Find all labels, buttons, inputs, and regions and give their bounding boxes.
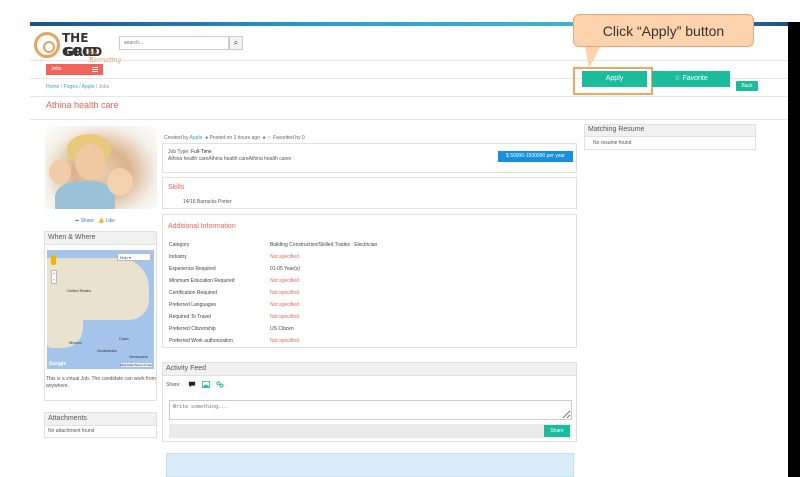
brand-logo[interactable]: THE GOOD GRID for Recruiting	[34, 30, 121, 64]
map-brand: Google	[49, 361, 67, 367]
map-type-select[interactable]: Map ▾	[117, 253, 151, 261]
matching-resume-empty: No resume found	[593, 140, 632, 146]
map-terms[interactable]: Map Data Terms of Use	[120, 363, 152, 367]
map-label: Guatemala	[97, 348, 117, 353]
attachments-empty: No attachment found	[48, 428, 95, 434]
image-icon[interactable]	[202, 381, 210, 388]
breadcrumb-pages[interactable]: Pages	[64, 84, 78, 90]
like-link[interactable]: 👍 Like	[98, 218, 115, 224]
jobs-nav-label: Jobs	[51, 66, 62, 72]
map-zoom-control[interactable]: + −	[51, 270, 57, 284]
search-icon: ⌕	[233, 38, 239, 47]
feed-share-label: Share:	[166, 382, 181, 388]
feed-post-toolbar	[169, 424, 572, 438]
skills-title: Skills	[168, 184, 185, 191]
job-type-line: Job Type: Full-Time	[168, 149, 212, 155]
share-link[interactable]: ➦ Share	[75, 218, 94, 224]
job-meta: Created by Apple ● Posted on 3 hours ago…	[164, 135, 305, 141]
back-button[interactable]: Back	[736, 81, 758, 91]
when-where-title: When & Where	[45, 232, 156, 245]
posted-time: Posted on 3 hours ago	[209, 135, 260, 141]
feed-post-input[interactable]	[169, 400, 572, 420]
page-title: Athina health care	[46, 100, 119, 110]
search-input[interactable]	[119, 36, 229, 50]
additional-info-panel: Additional Information Category Building …	[162, 214, 577, 348]
header-divider	[30, 60, 788, 61]
link-icon[interactable]	[216, 381, 224, 388]
job-description: Athina health careAthina health careAthi…	[168, 156, 292, 162]
gear-logo-icon	[34, 32, 60, 58]
salary-badge: $ 50000-1500000 per year	[498, 151, 573, 162]
right-frame-bar	[788, 22, 800, 477]
callout-pointer	[585, 46, 601, 68]
matching-resume-panel: Matching Resume No resume found	[584, 124, 756, 150]
skills-panel: Skills 14/16 Barracks Porter	[162, 177, 577, 209]
favorite-button[interactable]: ☆ Favorite	[652, 71, 730, 87]
apply-highlight-box	[573, 67, 653, 95]
matching-resume-title: Matching Resume	[585, 125, 755, 137]
comment-icon[interactable]	[188, 381, 196, 388]
share-like-bar: ➦ Share 👍 Like	[75, 218, 115, 224]
feed-notice-box	[166, 453, 574, 477]
search-button[interactable]: ⌕	[229, 36, 243, 50]
instruction-callout: Click “Apply” button	[573, 14, 754, 47]
activity-feed-title: Activity Feed	[163, 363, 576, 376]
breadcrumb-jobs: Jobs	[98, 84, 110, 90]
map-label: Venezuela	[129, 354, 148, 359]
star-icon: ☆	[674, 75, 681, 82]
breadcrumb: Home / Pages / Apple / Jobs	[46, 84, 110, 90]
location-map[interactable]: + − Map ▾ United States Mexico Cuba Guate…	[47, 250, 154, 369]
favorited-count: Favorited by 0	[272, 135, 305, 141]
job-type-panel: Job Type: Full-Time Athina health careAt…	[162, 143, 577, 173]
attachments-title: Attachments	[45, 413, 156, 426]
breadcrumb-home[interactable]: Home	[46, 84, 59, 90]
menu-icon	[92, 67, 98, 72]
street-view-pegman-icon[interactable]	[51, 255, 56, 265]
title-divider	[30, 96, 788, 97]
creator-link[interactable]: Apple	[190, 135, 203, 141]
map-label: Mexico	[69, 340, 82, 345]
activity-feed-panel: Activity Feed Share: Share	[162, 362, 577, 442]
additional-info-title: Additional Information	[168, 223, 236, 230]
map-label: Cuba	[119, 336, 129, 341]
map-label: United States	[67, 288, 92, 293]
breadcrumb-apple[interactable]: Apple	[82, 84, 95, 90]
jobs-nav-button[interactable]: Jobs	[46, 64, 103, 75]
content-area: THE GOOD GRID for Recruiting ⌕ Jobs Home…	[30, 26, 788, 477]
brand-tagline: for Recruiting	[89, 50, 121, 64]
attachments-panel: Attachments No attachment found	[44, 412, 157, 438]
page: THE GOOD GRID for Recruiting ⌕ Jobs Home…	[0, 0, 800, 477]
job-photo	[45, 126, 157, 209]
feed-share-button[interactable]: Share	[544, 425, 570, 437]
actions-divider	[30, 119, 788, 120]
virtual-job-text: This is a virtual Job. The candidate can…	[46, 376, 156, 389]
skills-value: 14/16 Barracks Porter	[183, 199, 232, 205]
